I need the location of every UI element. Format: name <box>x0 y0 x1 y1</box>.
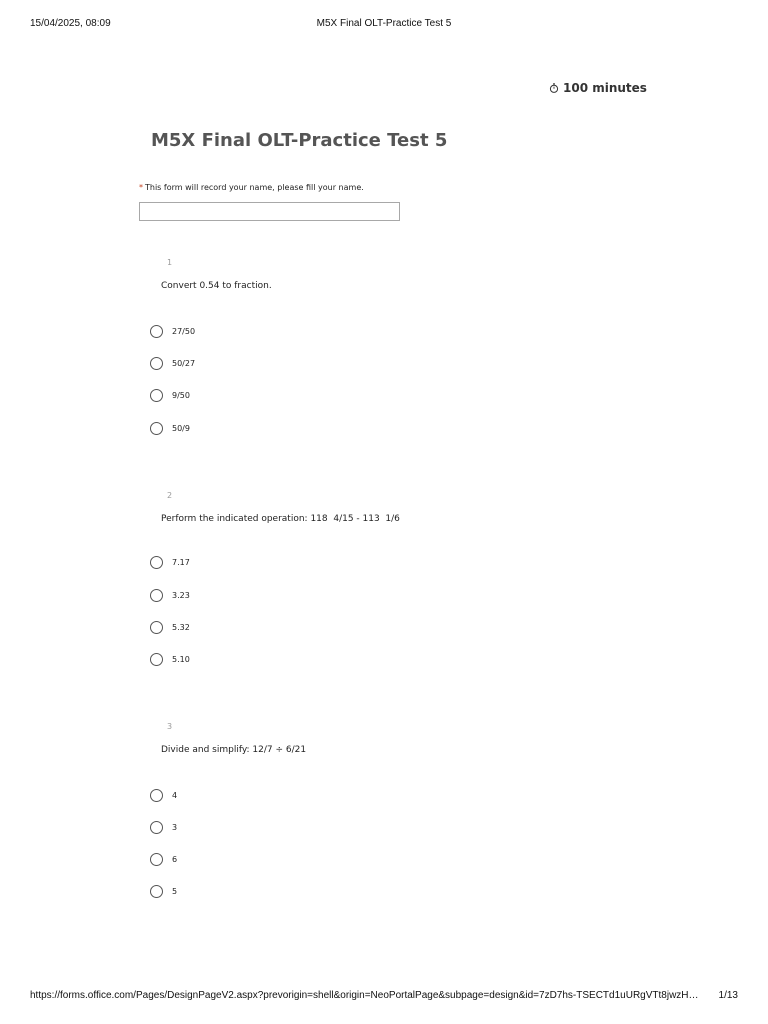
option-label: 5.32 <box>172 622 190 632</box>
option-3a[interactable]: 4 <box>150 788 177 802</box>
timer-label: 100 minutes <box>563 81 647 95</box>
radio-button[interactable] <box>150 555 163 569</box>
name-prompt-text: This form will record your name, please … <box>145 183 364 192</box>
radio-button[interactable] <box>150 421 163 435</box>
print-footer: https://forms.office.com/Pages/DesignPag… <box>30 990 738 1004</box>
option-1a[interactable]: 27/50 <box>150 324 195 338</box>
radio-button[interactable] <box>150 652 163 666</box>
option-label: 50/27 <box>172 358 196 368</box>
option-2b[interactable]: 3.23 <box>150 588 190 602</box>
option-label: 3 <box>172 822 178 832</box>
option-label: 5 <box>172 886 178 896</box>
radio-button[interactable] <box>150 884 163 898</box>
option-label: 50/9 <box>172 423 190 433</box>
required-mark: * <box>139 183 143 192</box>
option-label: 3.23 <box>172 590 190 600</box>
name-input[interactable] <box>139 202 400 221</box>
print-page-number: 1/13 <box>718 990 738 1001</box>
option-label: 27/50 <box>172 326 196 336</box>
option-2d[interactable]: 5.10 <box>150 652 190 666</box>
radio-button[interactable] <box>150 356 163 370</box>
radio-button[interactable] <box>150 620 163 634</box>
option-2a[interactable]: 7.17 <box>150 555 190 569</box>
option-label: 4 <box>172 790 178 800</box>
option-label: 6 <box>172 854 178 864</box>
question-text: Perform the indicated operation: 118 4/1… <box>161 514 400 524</box>
option-3b[interactable]: 3 <box>150 820 177 834</box>
radio-button[interactable] <box>150 820 163 834</box>
print-header: 15/04/2025, 08:09 M5X Final OLT-Practice… <box>30 18 738 32</box>
stopwatch-icon <box>549 83 559 93</box>
option-3d[interactable]: 5 <box>150 884 177 898</box>
print-title: M5X Final OLT-Practice Test 5 <box>316 18 452 29</box>
option-1c[interactable]: 9/50 <box>150 388 190 402</box>
option-label: 7.17 <box>172 557 190 567</box>
option-1d[interactable]: 50/9 <box>150 421 190 435</box>
radio-button[interactable] <box>150 388 163 402</box>
question-number: 3 <box>167 722 173 731</box>
timer: 100 minutes <box>549 81 647 95</box>
radio-button[interactable] <box>150 588 163 602</box>
question-number: 2 <box>167 491 173 500</box>
radio-button[interactable] <box>150 324 163 338</box>
print-url: https://forms.office.com/Pages/DesignPag… <box>30 990 699 1001</box>
form-title: M5X Final OLT-Practice Test 5 <box>151 130 448 151</box>
option-1b[interactable]: 50/27 <box>150 356 195 370</box>
radio-button[interactable] <box>150 852 163 866</box>
option-3c[interactable]: 6 <box>150 852 177 866</box>
question-text: Divide and simplify: 12/7 ÷ 6/21 <box>161 745 307 755</box>
name-prompt: * This form will record your name, please… <box>139 183 364 192</box>
option-label: 5.10 <box>172 654 190 664</box>
option-label: 9/50 <box>172 390 190 400</box>
radio-button[interactable] <box>150 788 163 802</box>
option-2c[interactable]: 5.32 <box>150 620 190 634</box>
question-number: 1 <box>167 258 173 267</box>
question-text: Convert 0.54 to fraction. <box>161 281 272 291</box>
